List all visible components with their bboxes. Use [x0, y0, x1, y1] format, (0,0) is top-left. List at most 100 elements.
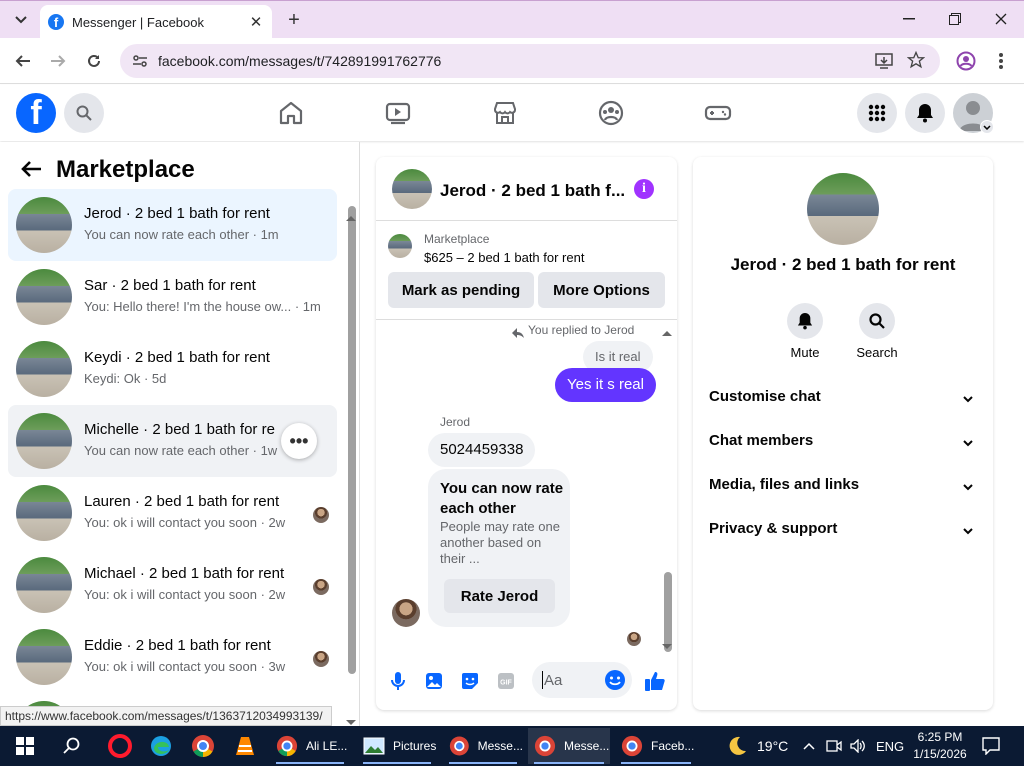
install-app-icon[interactable]	[875, 52, 893, 75]
privacy-support-row[interactable]: Privacy & support	[701, 508, 985, 552]
meet-now-icon[interactable]	[826, 726, 842, 766]
bookmark-star-icon[interactable]	[906, 50, 926, 74]
video-icon[interactable]	[382, 97, 414, 129]
weather-widget[interactable]: 19°C	[726, 726, 788, 766]
conversation-item[interactable]: Lauren · 2 bed 1 bath for rent You: ok i…	[8, 477, 337, 549]
reply-arrow-icon	[512, 325, 524, 343]
taskbar-search-icon[interactable]	[56, 728, 88, 764]
message-input[interactable]: Aa	[532, 662, 632, 698]
conversation-item[interactable]: Michelle · 2 bed 1 bath for re You can n…	[8, 405, 337, 477]
sticker-icon[interactable]	[457, 668, 483, 694]
sender-avatar[interactable]	[392, 599, 420, 627]
conversation-item[interactable]: Sar · 2 bed 1 bath for rent You: Hello t…	[8, 261, 337, 333]
tray-expand-icon[interactable]	[803, 726, 815, 766]
row-label: Customise chat	[709, 388, 821, 405]
conversation-preview: You: Hello there! I'm the house ow... · …	[84, 299, 321, 314]
taskbar-app-pictures[interactable]: Pictures	[357, 728, 437, 764]
chat-members-row[interactable]: Chat members	[701, 420, 985, 464]
conversation-item[interactable]: Keydi · 2 bed 1 bath for rent Keydi: Ok …	[8, 333, 337, 405]
rate-jerod-button[interactable]: Rate Jerod	[444, 579, 555, 613]
emoji-icon[interactable]	[604, 669, 626, 696]
menu-grid-button[interactable]	[857, 93, 897, 133]
listing-avatar	[16, 197, 72, 253]
address-bar[interactable]: facebook.com/messages/t/742891991762776	[120, 44, 940, 78]
conversation-item[interactable]: Jerod · 2 bed 1 bath for rent You can no…	[8, 189, 337, 261]
volume-icon[interactable]	[850, 726, 866, 766]
more-options-button[interactable]: More Options	[538, 272, 665, 308]
gaming-icon[interactable]	[702, 97, 734, 129]
minimize-button[interactable]	[886, 5, 932, 33]
restore-button[interactable]	[932, 5, 978, 33]
chat-details-panel: Jerod · 2 bed 1 bath for rent Mute Searc…	[693, 157, 993, 710]
notifications-center-icon[interactable]	[982, 726, 1000, 766]
rate-card-title: You can now rate each other	[440, 480, 564, 517]
vlc-icon[interactable]	[229, 728, 261, 764]
browser-tab-messenger[interactable]: f Messenger | Facebook ✕	[40, 5, 272, 39]
info-icon[interactable]: i	[634, 179, 654, 199]
chat-scroll-down-icon[interactable]	[662, 637, 672, 655]
chat-list-scroll-thumb[interactable]	[348, 206, 356, 674]
notifications-bell-icon[interactable]	[905, 93, 945, 133]
conversation-name: Michelle · 2 bed 1 bath for re	[84, 421, 275, 438]
clock[interactable]: 6:25 PM 1/15/2026	[912, 729, 968, 763]
site-info-icon[interactable]	[132, 53, 148, 74]
listing-avatar	[16, 557, 72, 613]
media-files-links-row[interactable]: Media, files and links	[701, 464, 985, 508]
chrome-icon[interactable]	[187, 728, 219, 764]
photo-icon[interactable]	[421, 668, 447, 694]
new-tab-button[interactable]: +	[283, 9, 305, 31]
facebook-logo-icon[interactable]: f	[16, 93, 56, 133]
forward-button[interactable]	[43, 46, 73, 76]
tab-search-button[interactable]	[8, 8, 34, 32]
conversation-name: Sar · 2 bed 1 bath for rent	[84, 277, 256, 294]
chat-title[interactable]: Jerod · 2 bed 1 bath f...	[440, 181, 625, 201]
taskbar-app-messenger-1[interactable]: Messe...	[443, 728, 523, 764]
taskbar-app-messenger-2[interactable]: Messe...	[528, 728, 610, 764]
windows-taskbar: Ali LE... Pictures Messe... Messe... Fac…	[0, 726, 1024, 766]
taskbar-app-label: Ali LE...	[306, 739, 348, 753]
page-title: Marketplace	[56, 156, 195, 183]
chat-avatar[interactable]	[392, 169, 432, 209]
conversation-name: Lauren · 2 bed 1 bath for rent	[84, 493, 280, 510]
home-icon[interactable]	[275, 97, 307, 129]
chevron-down-icon	[963, 522, 973, 540]
listing-title[interactable]: $625 – 2 bed 1 bath for rent	[424, 250, 584, 265]
account-chevron-down-icon[interactable]	[980, 120, 994, 134]
url-text: facebook.com/messages/t/742891991762776	[158, 53, 442, 69]
scroll-up-icon[interactable]	[346, 208, 356, 226]
mark-as-pending-button[interactable]: Mark as pending	[388, 272, 534, 308]
profile-icon[interactable]	[956, 51, 976, 76]
like-thumbs-up-icon[interactable]	[642, 668, 668, 694]
back-arrow-icon[interactable]	[20, 160, 42, 183]
chat-scroll-up-icon[interactable]	[662, 323, 672, 341]
conversation-item[interactable]: Michael · 2 bed 1 bath for rent You: ok …	[8, 549, 337, 621]
groups-icon[interactable]	[595, 97, 627, 129]
taskbar-app-chrome-profile[interactable]: Ali LE...	[270, 728, 350, 764]
taskbar-app-facebook[interactable]: Faceb...	[615, 728, 697, 764]
browser-menu-icon[interactable]	[998, 52, 1004, 75]
more-options-button[interactable]: •••	[281, 423, 317, 459]
marketplace-icon[interactable]	[489, 97, 521, 129]
message-composer: GIF Aa	[376, 660, 677, 702]
opera-icon[interactable]	[104, 728, 136, 764]
gif-icon[interactable]: GIF	[493, 668, 519, 694]
scroll-down-icon[interactable]	[346, 713, 356, 726]
search-button[interactable]	[64, 93, 104, 133]
edge-icon[interactable]	[145, 728, 177, 764]
listing-thumbnail[interactable]	[388, 234, 412, 258]
customise-chat-row[interactable]: Customise chat	[701, 376, 985, 420]
my-message-bubble[interactable]: Yes it s real	[555, 368, 656, 402]
microphone-icon[interactable]	[385, 668, 411, 694]
conversation-preview: You: ok i will contact you soon · 2w	[84, 515, 286, 530]
close-window-button[interactable]	[978, 5, 1024, 33]
reload-button[interactable]	[79, 46, 109, 76]
conversation-item[interactable]: Eddie · 2 bed 1 bath for rent You: ok i …	[8, 621, 337, 693]
listing-avatar	[16, 485, 72, 541]
tab-close-icon[interactable]: ✕	[246, 12, 266, 32]
their-message-bubble[interactable]: 5024459338	[428, 433, 536, 467]
details-avatar[interactable]	[807, 173, 879, 245]
back-button[interactable]	[8, 46, 38, 76]
input-language[interactable]: ENG	[876, 726, 904, 766]
text-cursor	[542, 671, 543, 689]
start-button[interactable]	[10, 728, 40, 764]
